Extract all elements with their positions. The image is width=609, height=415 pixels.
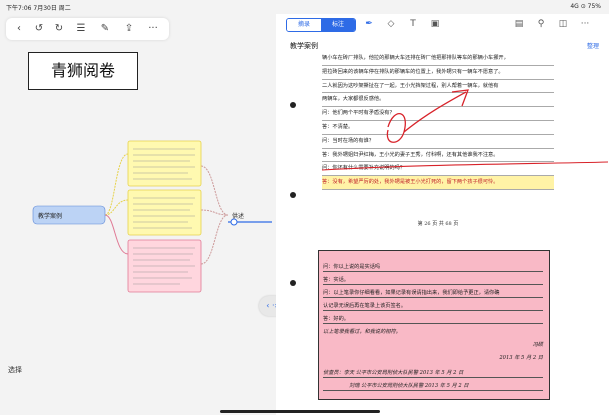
underline — [323, 310, 543, 311]
select-button[interactable]: 选择 — [8, 365, 22, 375]
connector-5 — [200, 209, 229, 216]
underline — [323, 284, 543, 285]
underline — [323, 390, 543, 391]
status-battery: 4G ⊙ 75% — [570, 3, 601, 10]
excerpt-highlight-block[interactable]: 问：你以上说的是实话吗 答：实话。 问：以上笔录你仔细看看，如果记录有误请指出来… — [318, 250, 550, 400]
connector-3 — [104, 214, 129, 255]
excerpt-line: 认记录无误后再在笔录上该页签名。 — [323, 303, 407, 309]
handwritten-annotation — [321, 89, 609, 171]
excerpt-line: 答：实话。 — [323, 277, 349, 283]
mindmap-root-label: 教学案例 — [38, 212, 62, 220]
excerpt-interrogator-2: 刘瑞 公平市公安局刑侦大队民警 2013 年 5 月 2 日 — [349, 383, 469, 389]
mindmap-branch-label[interactable]: 供述 — [232, 212, 244, 220]
mindmap-pane: ‹ ↺ ↻ ☰ ✎ ⇪ ··· 青狮阅卷 教学案例 供述 选择 — [0, 14, 272, 415]
excerpt-interrogator-1: 侦查员：李天 公平市公安局刑侦大队民警 2013 年 5 月 2 日 — [323, 370, 464, 376]
connector-6 — [200, 214, 229, 265]
underline — [323, 297, 543, 298]
excerpt-date: 2013 年 5 月 2 日 — [499, 355, 543, 361]
status-time: 下午7:06 7月30日 周二 — [6, 5, 71, 12]
home-indicator — [220, 410, 380, 413]
paragraph-marker — [290, 280, 296, 286]
excerpt-line: 问：以上笔录你仔细看看，如果记录有误请指出来，我们即给予更正，请你确 — [323, 290, 500, 296]
document-pane: 摘录 标注 ✒ ◇ T ▣ ▤ ⚲ ◫ ··· 教学案例 整理 辆小车在砖厂排队… — [276, 14, 609, 415]
status-bar: 下午7:06 7月30日 周二 4G ⊙ 75% — [0, 0, 609, 14]
underline — [323, 323, 543, 324]
excerpt-line: 以上笔录我看过，和我说的相符。 — [323, 329, 401, 335]
excerpt-line: 答：好的。 — [323, 316, 349, 322]
underline — [323, 377, 543, 378]
connector-4 — [200, 165, 229, 216]
underline — [323, 271, 543, 272]
excerpt-line: 问：你以上说的是实话吗 — [323, 264, 381, 270]
mindmap-canvas: 教学案例 供述 — [32, 140, 272, 293]
excerpt-signature: 冯硕 — [532, 342, 543, 348]
